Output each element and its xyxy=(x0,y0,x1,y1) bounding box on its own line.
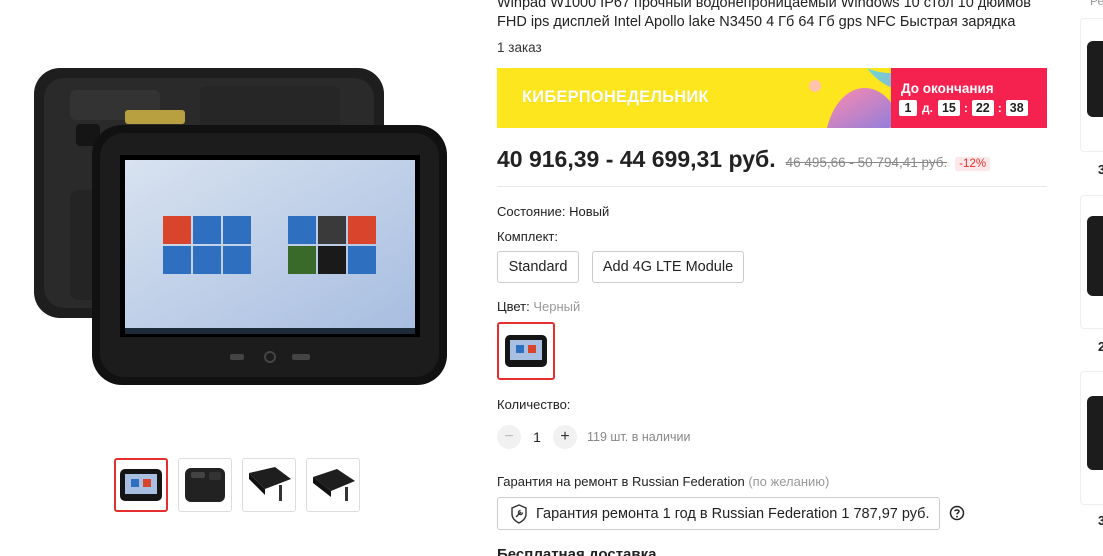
bundle-option-standard[interactable]: Standard xyxy=(497,251,579,283)
divider xyxy=(497,186,1047,187)
recommendation-card[interactable] xyxy=(1080,18,1103,152)
timer-hours: 15 xyxy=(937,100,960,116)
warranty-label: Гарантия на ремонт в Russian Federation xyxy=(497,474,745,489)
recommendation-number: 3 xyxy=(1098,513,1103,528)
stock-count: 119 шт. в наличии xyxy=(587,430,691,444)
color-swatch-black[interactable] xyxy=(497,322,555,380)
product-gallery xyxy=(0,0,480,556)
recommendations-title: Ре xyxy=(1090,0,1103,8)
timer-minutes: 22 xyxy=(971,100,994,116)
product-title: Winpad W1000 IP67 прочный водонепроницае… xyxy=(497,0,1032,30)
quantity-stepper: − 1 + 119 шт. в наличии xyxy=(497,425,690,449)
quantity-increase-button[interactable]: + xyxy=(553,425,577,449)
main-product-image[interactable] xyxy=(30,60,450,390)
color-row: Цвет: Черный xyxy=(497,299,580,314)
condition-label: Состояние: xyxy=(497,204,566,219)
thumbnail-1[interactable] xyxy=(114,458,168,512)
warranty-button-label: Гарантия ремонта 1 год в Russian Federat… xyxy=(536,505,930,522)
recommendation-card[interactable] xyxy=(1080,371,1103,505)
timer-days-suffix: д. xyxy=(922,101,933,115)
promo-timer-title: До окончания xyxy=(901,81,994,96)
swatch-tablet-image xyxy=(505,335,547,367)
thumbnail-2[interactable] xyxy=(178,458,232,512)
delivery-title: Бесплатная доставка xyxy=(497,546,657,556)
thumbnail-4[interactable] xyxy=(306,458,360,512)
old-price: 46 495,66 - 50 794,41 руб. xyxy=(785,155,948,170)
promo-banner[interactable]: КИБЕРПОНЕДЕЛЬНИК До окончания 1 д. 15 : … xyxy=(497,68,1047,128)
recommendation-number: 3 xyxy=(1098,162,1103,177)
discount-badge: -12% xyxy=(955,157,991,171)
recommendation-image xyxy=(1087,216,1103,296)
timer-separator: : xyxy=(997,101,1002,115)
quantity-decrease-button[interactable]: − xyxy=(497,425,521,449)
recommendation-image xyxy=(1087,396,1103,470)
bundle-option-4g-lte[interactable]: Add 4G LTE Module xyxy=(592,251,744,283)
warranty-option-button[interactable]: Гарантия ремонта 1 год в Russian Federat… xyxy=(497,497,940,530)
promo-timer: До окончания 1 д. 15 : 22 : 38 xyxy=(891,68,1047,128)
warranty-note: (по желанию) xyxy=(748,474,830,489)
current-price: 40 916,39 - 44 699,31 руб. xyxy=(497,146,776,172)
recommendation-image xyxy=(1087,41,1103,117)
thumbnail-3[interactable] xyxy=(242,458,296,512)
recommendation-card[interactable] xyxy=(1080,195,1103,329)
color-label: Цвет: xyxy=(497,299,530,314)
recommendation-number: 2 xyxy=(1098,339,1103,354)
help-icon[interactable] xyxy=(949,505,965,521)
shield-wrench-icon xyxy=(511,503,527,524)
timer-separator: : xyxy=(963,101,968,115)
color-value: Черный xyxy=(533,299,581,314)
thumbnail-strip xyxy=(114,458,360,512)
timer-days: 1 xyxy=(899,100,917,116)
promo-label: КИБЕРПОНЕДЕЛЬНИК xyxy=(522,88,709,106)
bundle-label: Комплект: xyxy=(497,229,558,244)
orders-count: 1 заказ xyxy=(497,40,542,55)
price-row: 40 916,39 - 44 699,31 руб. 46 495,66 - 5… xyxy=(497,146,991,173)
recommendations-strip: Ре 3 2 3 xyxy=(1080,0,1103,556)
timer-seconds: 38 xyxy=(1005,100,1028,116)
warranty-row: Гарантия на ремонт в Russian Federation … xyxy=(497,474,829,489)
condition-value: Новый xyxy=(569,204,610,219)
condition-row: Состояние: Новый xyxy=(497,204,609,219)
quantity-label: Количество: xyxy=(497,397,571,412)
countdown: 1 д. 15 : 22 : 38 xyxy=(899,100,1028,116)
quantity-value[interactable]: 1 xyxy=(521,429,553,445)
